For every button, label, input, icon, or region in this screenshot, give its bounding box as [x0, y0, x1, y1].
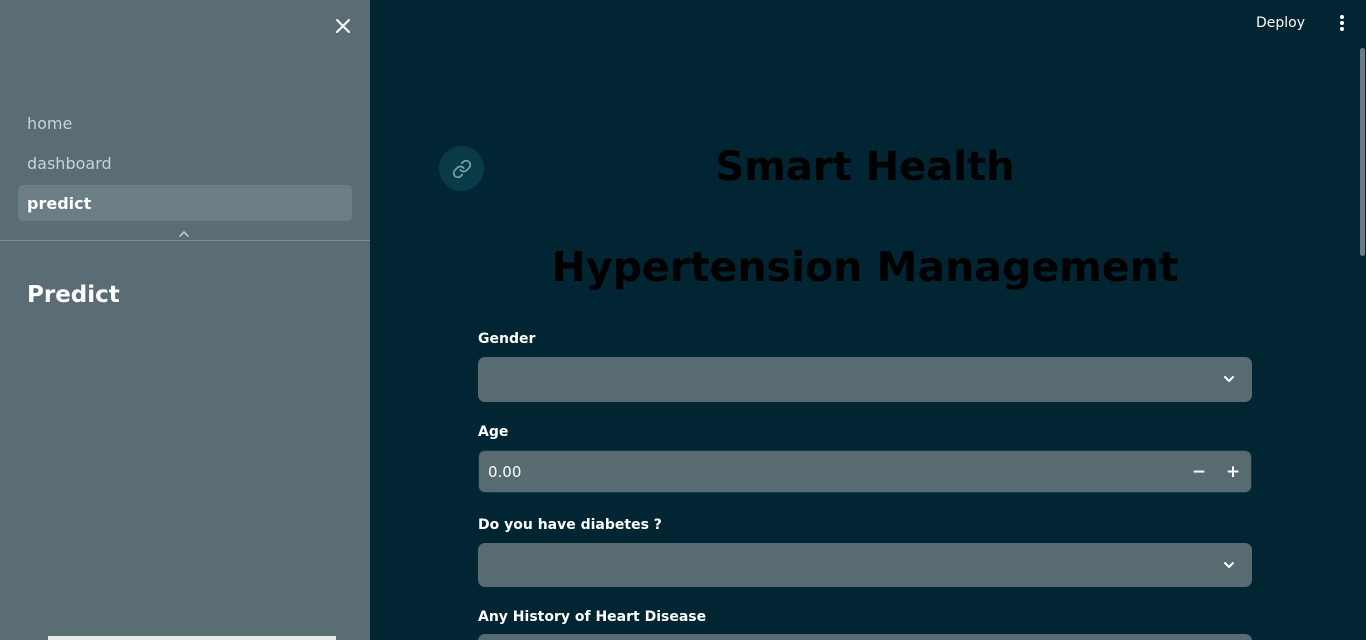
gender-label: Gender — [478, 331, 536, 347]
sidebar-item-label: predict — [27, 193, 92, 213]
app-window: home dashboard predict Predict Deploy Sm… — [0, 0, 1366, 640]
sidebar-item-dashboard[interactable]: dashboard — [18, 145, 352, 181]
sidebar-item-predict[interactable]: predict — [18, 185, 352, 221]
age-number-input: − + — [478, 450, 1252, 493]
page-subtitle: Hypertension Management — [551, 243, 1179, 291]
heart-disease-label: Any History of Heart Disease — [478, 609, 707, 625]
sidebar-item-home[interactable]: home — [18, 105, 352, 141]
chevron-down-icon — [1224, 562, 1234, 568]
diabetes-label: Do you have diabetes ? — [478, 517, 662, 533]
diabetes-select[interactable] — [478, 543, 1252, 587]
sidebar-divider — [0, 240, 370, 241]
collapse-nav-button[interactable] — [176, 225, 192, 237]
sidebar-item-label: dashboard — [27, 153, 112, 173]
chevron-down-icon — [1224, 376, 1234, 382]
close-sidebar-button[interactable] — [332, 15, 354, 37]
deploy-button[interactable]: Deploy — [1256, 12, 1305, 34]
chevron-up-icon — [179, 230, 189, 237]
link-icon — [452, 159, 471, 178]
age-decrement-button[interactable]: − — [1182, 451, 1216, 492]
age-input[interactable] — [479, 451, 1169, 492]
main-menu-button[interactable] — [1330, 12, 1354, 34]
sidebar-bottom-strip — [48, 636, 336, 640]
close-icon — [336, 19, 350, 33]
gender-select[interactable] — [478, 357, 1252, 402]
age-label: Age — [478, 424, 509, 440]
sidebar: home dashboard predict Predict — [0, 0, 370, 640]
page-title: Smart Health — [715, 144, 1015, 190]
more-vertical-icon — [1340, 15, 1344, 31]
heart-disease-select[interactable] — [478, 634, 1252, 640]
sidebar-heading: Predict — [27, 282, 120, 308]
sidebar-nav: home dashboard predict — [18, 105, 352, 225]
age-increment-button[interactable]: + — [1216, 451, 1250, 492]
scrollbar-thumb[interactable] — [1360, 48, 1365, 256]
sidebar-item-label: home — [27, 113, 73, 133]
